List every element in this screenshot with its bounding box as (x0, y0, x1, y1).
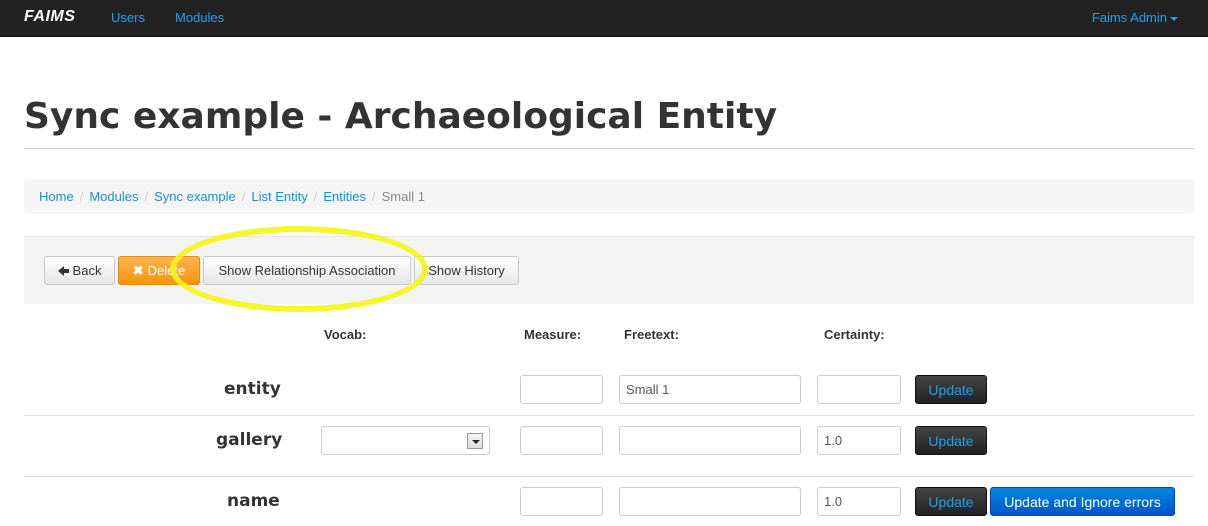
freetext-input-entity[interactable] (619, 375, 801, 404)
user-menu-label: Faims Admin (1091, 10, 1167, 25)
row-label-name: name (227, 491, 280, 511)
certainty-input-gallery[interactable] (817, 426, 901, 455)
breadcrumb-modules[interactable]: Modules (89, 189, 138, 204)
brand-logo[interactable]: FAIMS (24, 8, 75, 26)
dropdown-arrow-icon (467, 433, 483, 449)
breadcrumb-separator: / (371, 189, 376, 204)
show-history-button[interactable]: Show History (414, 256, 519, 285)
nav-link-users[interactable]: Users (111, 10, 145, 25)
freetext-input-name[interactable] (619, 487, 801, 516)
user-menu[interactable]: Faims Admin (1092, 10, 1178, 25)
update-and-ignore-errors-button[interactable]: Update and Ignore errors (990, 487, 1175, 516)
top-navbar: FAIMS Users Modules Faims Admin (0, 0, 1208, 37)
breadcrumb-current: Small 1 (381, 189, 425, 204)
update-button-entity[interactable]: Update (915, 375, 987, 404)
delete-button[interactable]: ✖ Delete (118, 256, 200, 285)
column-header-certainty: Certainty: (824, 327, 885, 342)
certainty-input-name[interactable] (817, 487, 901, 516)
breadcrumb-home[interactable]: Home (39, 189, 74, 204)
back-button-label: Back (72, 263, 102, 278)
column-header-vocab: Vocab: (324, 327, 367, 342)
nav-link-modules[interactable]: Modules (175, 10, 224, 25)
breadcrumb-separator: / (241, 189, 246, 204)
row-divider (24, 476, 1194, 477)
measure-input-gallery[interactable] (520, 426, 603, 455)
row-label-entity: entity (224, 379, 281, 399)
breadcrumb-entities[interactable]: Entities (323, 189, 366, 204)
breadcrumb-separator: / (144, 189, 149, 204)
show-relationship-association-button[interactable]: Show Relationship Association (203, 256, 411, 285)
action-toolbar: Back ✖ Delete Show Relationship Associati… (24, 236, 1194, 304)
arrow-stem (63, 268, 69, 273)
breadcrumb-sync-example[interactable]: Sync example (154, 189, 236, 204)
measure-input-entity[interactable] (520, 375, 603, 404)
row-label-gallery: gallery (216, 430, 283, 450)
vocab-select-gallery[interactable] (321, 426, 490, 455)
caret-down-icon (1170, 16, 1178, 21)
back-button[interactable]: Back (44, 256, 115, 285)
certainty-input-entity[interactable] (817, 375, 901, 404)
freetext-input-gallery[interactable] (619, 426, 801, 455)
breadcrumb: Home / Modules / Sync example / List Entity / En… (24, 179, 1194, 214)
delete-button-label: Delete (147, 263, 186, 278)
breadcrumb-separator: / (313, 189, 318, 204)
breadcrumb-list-entity[interactable]: List Entity (251, 189, 307, 204)
page-title: Sync example - Archaeological Entity (24, 96, 778, 137)
update-button-gallery[interactable]: Update (915, 426, 987, 455)
remove-icon: ✖ (132, 262, 144, 278)
column-header-measure: Measure: (524, 327, 582, 342)
update-button-name[interactable]: Update (915, 487, 987, 516)
row-divider (24, 415, 1194, 416)
title-divider (24, 148, 1194, 149)
column-header-freetext: Freetext: (624, 327, 679, 342)
measure-input-name[interactable] (520, 487, 603, 516)
breadcrumb-separator: / (79, 189, 84, 204)
